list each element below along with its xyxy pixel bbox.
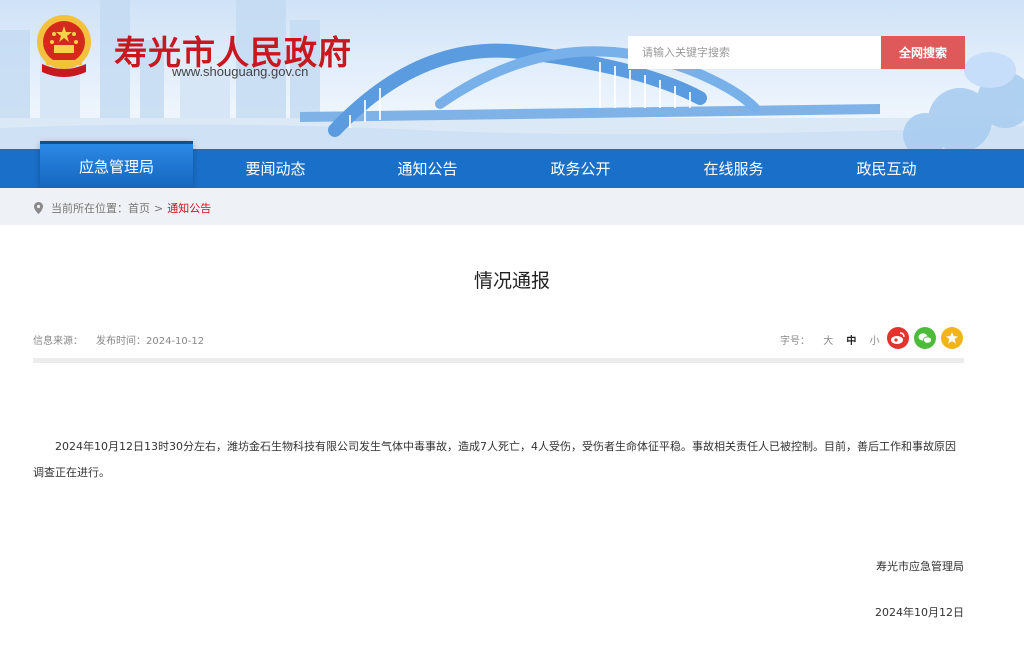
article-publish-date: 发布时间：2024-10-12 (96, 336, 205, 347)
breadcrumb-home-link[interactable]: 首页 (128, 200, 150, 216)
breadcrumb-current-link[interactable]: 通知公告 (167, 200, 211, 216)
breadcrumb: 当前所在位置： 首页 > 通知公告 (34, 200, 211, 216)
nav-item-government-affairs[interactable]: 政务公开 (504, 149, 657, 188)
wechat-icon (918, 333, 932, 344)
nav-item-news[interactable]: 要闻动态 (199, 149, 352, 188)
nav-item-notices[interactable]: 通知公告 (351, 149, 504, 188)
article-source: 信息来源： (33, 336, 83, 347)
article-divider (33, 358, 964, 363)
article-sign-date: 2024年10月12日 (875, 606, 964, 619)
font-size-small[interactable]: 小 (870, 336, 880, 347)
breadcrumb-prefix: 当前所在位置： (51, 202, 128, 215)
font-size-switcher: 字号： 大 中 小 (780, 332, 880, 347)
breadcrumb-separator: > (154, 201, 164, 215)
breadcrumb-bar: 当前所在位置： 首页 > 通知公告 (0, 188, 1024, 225)
article-signature: 寿光市应急管理局 (876, 560, 964, 573)
nav-item-emergency-bureau[interactable]: 应急管理局 (40, 141, 193, 188)
search-input[interactable] (628, 36, 881, 69)
nav-item-public-interaction[interactable]: 政民互动 (810, 149, 963, 188)
font-size-label: 字号： (780, 336, 810, 347)
share-weibo-button[interactable] (887, 327, 909, 349)
national-emblem-logo (37, 15, 91, 77)
city-bridge-illustration (0, 0, 1024, 150)
font-size-large[interactable]: 大 (823, 336, 833, 347)
main-nav: 应急管理局 要闻动态 通知公告 政务公开 在线服务 政民互动 (0, 141, 1024, 188)
article-body: 2024年10月12日13时30分左右，潍坊金石生物科技有限公司发生气体中毒事故… (33, 440, 956, 479)
search-button[interactable]: 全网搜索 (881, 36, 965, 69)
share-wechat-button[interactable] (914, 327, 936, 349)
weibo-icon (891, 332, 905, 344)
header-banner: 寿光市人民政府 www.shouguang.gov.cn 全网搜索 (0, 0, 1024, 150)
share-favorite-button[interactable] (941, 327, 963, 349)
site-url: www.shouguang.gov.cn (172, 64, 309, 79)
nav-item-online-services[interactable]: 在线服务 (657, 149, 810, 188)
font-size-medium[interactable]: 中 (846, 336, 856, 347)
location-pin-icon (34, 202, 43, 214)
favorite-star-icon (946, 332, 958, 344)
article-title: 情况通报 (473, 270, 550, 292)
